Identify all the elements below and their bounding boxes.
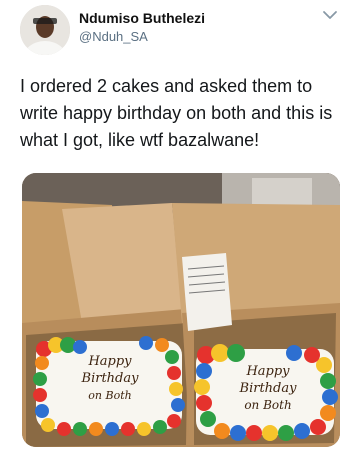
left-cake-line1: Happy bbox=[87, 354, 132, 369]
right-cake: Happy Birthday on Both bbox=[194, 344, 338, 441]
left-cake-line2: Birthday bbox=[81, 371, 140, 386]
right-cake-line3: on Both bbox=[244, 398, 291, 412]
tweet-photo[interactable]: Happy Birthday on Both Happy Birthday on… bbox=[22, 173, 340, 447]
left-cake: Happy Birthday on Both bbox=[33, 336, 185, 436]
author-handle[interactable]: @Nduh_SA bbox=[79, 29, 148, 44]
avatar[interactable] bbox=[20, 5, 70, 55]
tweet-text: I ordered 2 cakes and asked them to writ… bbox=[20, 76, 333, 150]
author-name[interactable]: Ndumiso Buthelezi bbox=[79, 10, 205, 26]
left-cake-line3: on Both bbox=[88, 389, 131, 402]
chevron-down-icon[interactable] bbox=[322, 9, 338, 21]
right-cake-line2: Birthday bbox=[239, 381, 298, 396]
right-cake-line1: Happy bbox=[245, 364, 290, 379]
